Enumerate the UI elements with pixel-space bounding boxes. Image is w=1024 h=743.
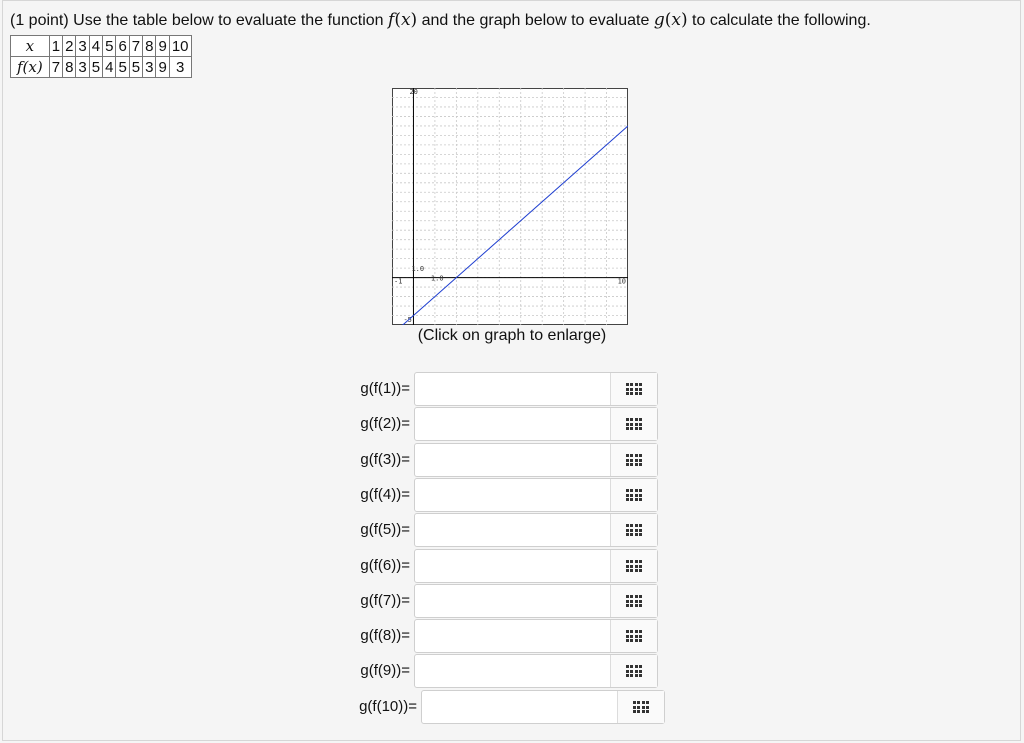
x-value-cell: 6 (115, 35, 130, 57)
answer-input[interactable] (415, 408, 611, 440)
answer-label: g(f(5))= (360, 521, 410, 538)
answer-field (414, 407, 658, 441)
fx-value-cell: 3 (168, 56, 192, 78)
graph-g[interactable]: 20 -5 -1 10 1.0 1.0 (392, 88, 628, 325)
graph-caption: (Click on graph to enlarge) (417, 327, 607, 344)
grid-icon (632, 701, 650, 713)
grid-icon (625, 454, 643, 466)
equation-editor-button[interactable] (610, 479, 657, 511)
x-value-cell: 4 (88, 35, 104, 57)
answer-input[interactable] (415, 585, 611, 617)
equation-editor-button[interactable] (617, 691, 664, 723)
answer-label: g(f(9))= (360, 662, 410, 679)
equation-editor-button[interactable] (610, 514, 657, 546)
answer-input[interactable] (415, 620, 611, 652)
answer-field (414, 478, 658, 512)
answer-input[interactable] (415, 655, 611, 687)
answer-label: g(f(8))= (360, 627, 410, 644)
answer-input[interactable] (415, 550, 611, 582)
x-value-cell: 5 (102, 35, 117, 57)
x-value-cell: 9 (155, 35, 170, 57)
answer-input[interactable] (415, 444, 611, 476)
answer-field (421, 690, 665, 724)
x-value-cell: 3 (75, 35, 90, 57)
fx-value-cell: 8 (62, 56, 77, 78)
equation-editor-button[interactable] (610, 620, 657, 652)
x-header: x (10, 35, 50, 57)
graph-svg[interactable]: 20-5-1 101.01.0 (392, 88, 628, 325)
grid-icon (625, 383, 643, 395)
answer-field (414, 443, 658, 477)
equation-editor-button[interactable] (610, 408, 657, 440)
problem-intro: (1 point) Use the table below to evaluat… (10, 12, 389, 29)
answer-label: g(f(1))= (360, 380, 410, 397)
grid-icon (625, 524, 643, 536)
answer-input[interactable] (415, 479, 611, 511)
answer-field (414, 584, 658, 618)
x-value-cell: 1 (48, 35, 64, 57)
equation-editor-button[interactable] (610, 373, 657, 405)
problem-mid: and the graph below to evaluate (417, 12, 654, 29)
grid-icon (625, 630, 643, 642)
grid-icon (625, 560, 643, 572)
answer-field (414, 654, 658, 688)
equation-editor-button[interactable] (610, 585, 657, 617)
equation-editor-button[interactable] (610, 444, 657, 476)
g-of-x-notation: g(x) (653, 10, 688, 30)
answer-label: g(f(7))= (360, 592, 410, 609)
tick-label: 1.0 (431, 275, 444, 283)
fx-value-cell: 3 (142, 56, 157, 78)
fx-value-cell: 7 (48, 56, 64, 78)
problem-statement: (1 point) Use the table below to evaluat… (10, 10, 871, 30)
x-row: x 1 2 3 4 5 6 7 8 9 10 (10, 35, 192, 57)
fx-value-cell: 5 (128, 56, 144, 78)
x-value-cell: 2 (62, 35, 77, 57)
fx-value-cell: 9 (155, 56, 170, 78)
tick-label: 1.0 (411, 265, 424, 273)
tick-label: 20 (409, 88, 417, 96)
equation-editor-button[interactable] (610, 550, 657, 582)
answer-label: g(f(2))= (360, 415, 410, 432)
fx-value-cell: 5 (115, 56, 130, 78)
fx-header: f(x) (10, 56, 50, 78)
fx-value-cell: 5 (88, 56, 104, 78)
grid-icon (625, 489, 643, 501)
graph-frame (392, 88, 628, 325)
fx-value-cell: 4 (102, 56, 117, 78)
answer-label: g(f(3))= (360, 451, 410, 468)
x-value-cell: 10 (168, 35, 192, 57)
x-value-cell: 7 (128, 35, 144, 57)
x-value-cell: 8 (142, 35, 157, 57)
tick-label: -1 (394, 278, 402, 286)
answer-input[interactable] (415, 373, 611, 405)
answer-field (414, 372, 658, 406)
equation-editor-button[interactable] (610, 655, 657, 687)
function-table: x 1 2 3 4 5 6 7 8 9 10 f(x) 7835455393 (10, 35, 192, 78)
tick-label: 10 (618, 278, 626, 286)
grid-icon (625, 418, 643, 430)
answer-label: g(f(6))= (360, 557, 410, 574)
fx-value-cell: 3 (75, 56, 90, 78)
answer-field (414, 513, 658, 547)
answer-input[interactable] (422, 691, 618, 723)
answer-label: g(f(4))= (360, 486, 410, 503)
answer-field (414, 619, 658, 653)
grid-icon (625, 595, 643, 607)
grid-icon (625, 665, 643, 677)
problem-outro: to calculate the following. (687, 12, 871, 29)
answer-label: g(f(10))= (359, 698, 417, 715)
answer-input[interactable] (415, 514, 611, 546)
answer-field (414, 549, 658, 583)
f-of-x-notation: f(x) (388, 10, 418, 30)
fx-row: f(x) 7835455393 (10, 56, 192, 78)
